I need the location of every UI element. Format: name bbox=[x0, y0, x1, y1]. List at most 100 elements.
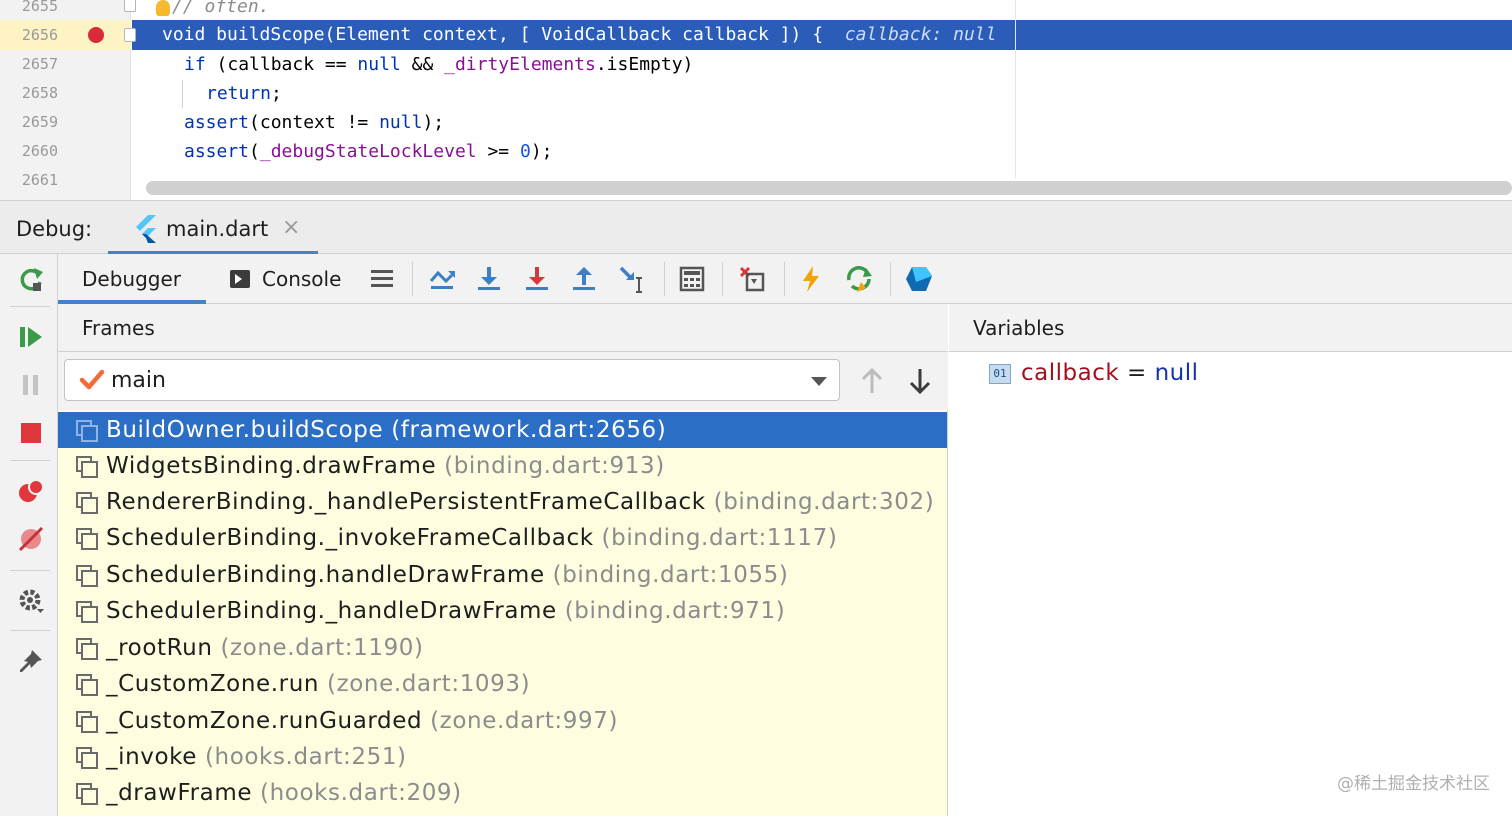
code-keyword: assert bbox=[184, 112, 250, 133]
thread-selector-row: main bbox=[58, 352, 948, 410]
dart-devtools-icon bbox=[906, 267, 932, 291]
frame-row[interactable]: _rootRun (zone.dart:1190) bbox=[58, 630, 947, 666]
next-frame-arrow-down-icon[interactable] bbox=[906, 366, 934, 396]
run-tab-label: main.dart bbox=[166, 217, 269, 241]
run-config-tab[interactable]: main.dart × bbox=[108, 209, 318, 255]
previous-frame-arrow-up-icon[interactable] bbox=[858, 366, 886, 396]
frame-location: (hooks.dart:251) bbox=[204, 744, 407, 770]
watermark: @稀土掘金技术社区 bbox=[1337, 774, 1490, 794]
code-line[interactable]: 2660 assert(_debugStateLockLevel >= 0); bbox=[0, 137, 1380, 166]
variables-title: Variables bbox=[973, 316, 1065, 340]
run-to-cursor-button[interactable] bbox=[617, 264, 647, 294]
tab-label: Console bbox=[262, 267, 342, 291]
debugger-toolbar: Debugger Console bbox=[58, 254, 1512, 304]
tab-label: Debugger bbox=[82, 267, 181, 291]
resume-icon bbox=[20, 327, 42, 347]
tab-debugger[interactable]: Debugger bbox=[58, 254, 206, 304]
stack-frame-icon bbox=[76, 747, 98, 769]
frame-method: _rootRun bbox=[106, 635, 213, 661]
frame-row[interactable]: SchedulerBinding._handleDrawFrame (bindi… bbox=[58, 593, 947, 629]
hot-reload-button[interactable] bbox=[796, 264, 826, 294]
flutter-icon bbox=[136, 215, 156, 243]
step-out-button[interactable] bbox=[569, 264, 599, 294]
variable-value: null bbox=[1154, 360, 1199, 386]
frame-row[interactable]: _CustomZone.run (zone.dart:1093) bbox=[58, 666, 947, 702]
console-icon bbox=[230, 270, 250, 288]
code-line[interactable]: 2657 if (callback == null && _dirtyEleme… bbox=[0, 50, 1380, 79]
dart-devtools-button[interactable] bbox=[904, 264, 934, 294]
frame-method: _drawFrame bbox=[106, 780, 253, 806]
hot-restart-button[interactable] bbox=[844, 264, 874, 294]
thread-name: main bbox=[111, 368, 166, 393]
mute-breakpoints-icon bbox=[18, 526, 44, 552]
settings-button[interactable] bbox=[16, 586, 46, 616]
step-over-icon bbox=[478, 267, 500, 290]
frame-row[interactable]: SchedulerBinding.handleDrawFrame (bindin… bbox=[58, 557, 947, 593]
code-keyword: assert bbox=[184, 141, 250, 162]
frame-row[interactable]: BuildOwner.buildScope (framework.dart:26… bbox=[58, 412, 947, 448]
rerun-button[interactable] bbox=[16, 264, 46, 294]
stack-frame-icon bbox=[76, 492, 98, 514]
step-over-button[interactable] bbox=[474, 264, 504, 294]
debug-window-label: Debug: bbox=[16, 217, 93, 241]
drop-frame-icon bbox=[739, 266, 765, 292]
code-editor[interactable]: void buildScope(Element context, [ VoidC… bbox=[0, 0, 1512, 200]
pause-button[interactable] bbox=[16, 370, 46, 400]
code-keyword: return bbox=[206, 83, 272, 104]
frame-method: _invoke bbox=[106, 744, 198, 770]
stack-frame-icon bbox=[76, 420, 98, 442]
line-number: 2661 bbox=[21, 171, 58, 189]
code-field: _dirtyElements bbox=[444, 54, 596, 75]
thread-dropdown[interactable]: main bbox=[64, 359, 840, 401]
lightbulb-icon[interactable] bbox=[156, 0, 170, 16]
frame-row[interactable]: _invoke (hooks.dart:251) bbox=[58, 739, 947, 775]
drop-frame-button[interactable] bbox=[737, 264, 767, 294]
code-line[interactable]: 2659 assert(context != null); bbox=[0, 108, 1380, 137]
variables-tree[interactable]: 01 callback = null @稀土掘金技术社区 bbox=[949, 352, 1512, 816]
frames-list[interactable]: BuildOwner.buildScope (framework.dart:26… bbox=[58, 410, 948, 816]
stack-frame-icon bbox=[76, 601, 98, 623]
calculator-icon bbox=[679, 266, 705, 292]
step-into-button[interactable] bbox=[522, 264, 552, 294]
frame-location: (hooks.dart:209) bbox=[260, 780, 462, 806]
hamburger-icon bbox=[371, 270, 393, 287]
step-out-icon bbox=[573, 267, 595, 290]
frame-row[interactable]: WidgetsBinding.drawFrame (binding.dart:9… bbox=[58, 448, 947, 484]
stack-frame-icon bbox=[76, 783, 98, 805]
frames-title: Frames bbox=[82, 316, 155, 340]
code-comment: // often. bbox=[172, 0, 270, 17]
frame-row[interactable]: SchedulerBinding._invokeFrameCallback (b… bbox=[58, 520, 947, 556]
fold-marker-icon[interactable] bbox=[124, 28, 136, 42]
code-line[interactable]: 2655 // often. bbox=[0, 0, 1380, 21]
stack-frame-icon bbox=[76, 711, 98, 733]
tab-console[interactable]: Console bbox=[262, 254, 341, 304]
show-execution-point-button[interactable] bbox=[427, 264, 457, 294]
frame-location: (binding.dart:1117) bbox=[601, 525, 838, 551]
check-icon bbox=[79, 369, 105, 390]
line-number: 2655 bbox=[21, 0, 58, 15]
variable-type-icon: 01 bbox=[989, 364, 1011, 384]
view-breakpoints-button[interactable] bbox=[16, 476, 46, 506]
breakpoint-icon[interactable] bbox=[88, 27, 104, 43]
frame-method: _CustomZone.runGuarded bbox=[106, 708, 423, 734]
frame-row[interactable]: _drawFrame (hooks.dart:209) bbox=[58, 775, 947, 811]
frame-location: (binding.dart:971) bbox=[564, 598, 786, 624]
mute-breakpoints-button[interactable] bbox=[16, 524, 46, 554]
horizontal-scrollbar[interactable] bbox=[146, 181, 1512, 195]
stack-frame-icon bbox=[76, 565, 98, 587]
pin-button[interactable] bbox=[16, 646, 46, 676]
frame-row[interactable]: _CustomZone.runGuarded (zone.dart:997) bbox=[58, 703, 947, 739]
fold-marker-icon[interactable] bbox=[124, 0, 136, 12]
layout-menu-button[interactable] bbox=[367, 264, 397, 294]
frame-location: (binding.dart:1055) bbox=[552, 562, 789, 588]
frame-row[interactable]: RendererBinding._handlePersistentFrameCa… bbox=[58, 484, 947, 520]
resume-button[interactable] bbox=[16, 322, 46, 352]
code-line-number-row: 2656 bbox=[0, 21, 1380, 50]
stack-frame-icon bbox=[76, 638, 98, 660]
close-icon[interactable]: × bbox=[282, 215, 300, 240]
line-number: 2660 bbox=[21, 142, 58, 160]
code-line[interactable]: 2658 return; bbox=[0, 79, 1380, 108]
stop-button[interactable] bbox=[16, 418, 46, 448]
evaluate-expression-button[interactable] bbox=[677, 264, 707, 294]
line-number: 2657 bbox=[21, 55, 58, 73]
